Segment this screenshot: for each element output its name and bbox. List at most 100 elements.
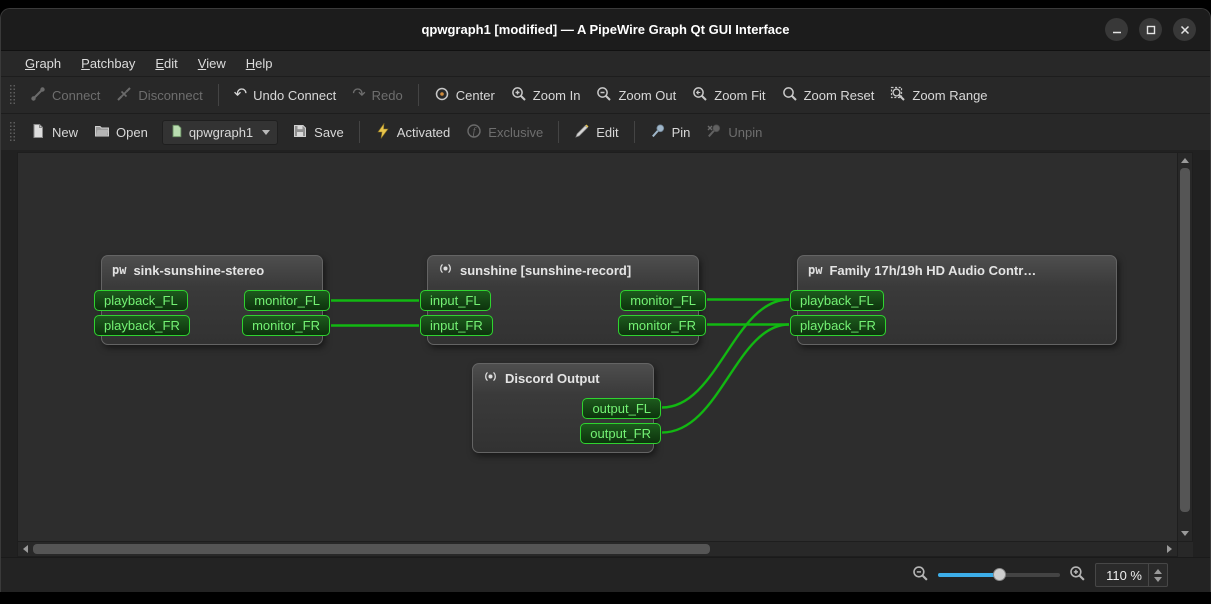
spin-down-button[interactable]: [1154, 577, 1162, 582]
menu-help[interactable]: Help: [236, 53, 283, 74]
port-output[interactable]: monitor_FL: [620, 290, 706, 311]
node-title: Family 17h/19h HD Audio Contr…: [829, 263, 1036, 278]
minimize-button[interactable]: [1105, 18, 1128, 41]
port-input[interactable]: input_FL: [420, 290, 491, 311]
port-output[interactable]: monitor_FR: [242, 315, 330, 336]
activated-button[interactable]: Activated: [367, 118, 458, 147]
port-output[interactable]: output_FL: [582, 398, 661, 419]
zoom-range-icon: [890, 86, 906, 105]
titlebar[interactable]: qpwgraph1 [modified] — A PipeWire Graph …: [1, 9, 1210, 51]
menu-view[interactable]: View: [188, 53, 236, 74]
close-icon: [1180, 25, 1190, 35]
exclusive-button[interactable]: f Exclusive: [458, 118, 551, 147]
vertical-scroll-thumb[interactable]: [1180, 168, 1190, 512]
node-discord-output[interactable]: Discord Output output_FL output_FR: [472, 363, 654, 453]
close-button[interactable]: [1173, 18, 1196, 41]
save-button[interactable]: Save: [284, 118, 352, 147]
canvas-area: pw sink-sunshine-stereo playback_FL play…: [1, 150, 1210, 557]
zoom-fit-icon: [692, 86, 708, 105]
toolbar-separator: [634, 121, 635, 143]
port-input[interactable]: input_FR: [420, 315, 493, 336]
patchbay-toolbar: New Open qpwgraph1 Save Act: [1, 113, 1210, 150]
zoom-value: 110 %: [1096, 568, 1148, 583]
toolbar-drag-handle[interactable]: [9, 84, 16, 106]
menu-edit[interactable]: Edit: [145, 53, 187, 74]
audio-record-icon: [483, 369, 498, 387]
scroll-right-button[interactable]: [1162, 542, 1177, 556]
horizontal-scrollbar[interactable]: [17, 542, 1178, 557]
pin-button[interactable]: Pin: [642, 118, 699, 147]
zoom-in-icon: [511, 86, 527, 105]
disconnect-button[interactable]: Disconnect: [108, 81, 210, 110]
qpwgraph-window: qpwgraph1 [modified] — A PipeWire Graph …: [0, 8, 1211, 592]
edit-button[interactable]: Edit: [566, 118, 626, 147]
minimize-icon: [1112, 25, 1122, 35]
graph-view[interactable]: pw sink-sunshine-stereo playback_FL play…: [17, 152, 1178, 542]
port-input[interactable]: playback_FR: [790, 315, 886, 336]
open-folder-icon: [94, 123, 110, 142]
edit-pencil-icon: [574, 123, 590, 142]
zoom-out-icon[interactable]: [912, 565, 929, 585]
unpin-button[interactable]: Unpin: [698, 118, 770, 147]
menu-patchbay[interactable]: Patchbay: [71, 53, 145, 74]
port-output[interactable]: monitor_FR: [618, 315, 706, 336]
zoom-reset-button[interactable]: Zoom Reset: [774, 81, 883, 110]
vertical-scrollbar[interactable]: [1178, 152, 1193, 542]
spin-up-button[interactable]: [1154, 569, 1162, 574]
toolbar-separator: [218, 84, 219, 106]
new-file-icon: [30, 123, 46, 142]
open-button[interactable]: Open: [86, 118, 156, 147]
arrow-down-icon: [1181, 531, 1189, 536]
port-output[interactable]: output_FR: [580, 423, 661, 444]
node-family-hd-audio[interactable]: pw Family 17h/19h HD Audio Contr… playba…: [797, 255, 1117, 345]
scroll-down-button[interactable]: [1178, 526, 1192, 541]
undo-connect-button[interactable]: ↶ Undo Connect: [226, 83, 345, 108]
window-controls: [1105, 9, 1196, 50]
statusbar: 110 %: [1, 557, 1210, 592]
new-button[interactable]: New: [22, 118, 86, 147]
pipewire-icon: pw: [112, 263, 126, 277]
connection-edges: [18, 153, 1177, 541]
scrollbar-corner: [1178, 542, 1193, 557]
port-output[interactable]: monitor_FL: [244, 290, 330, 311]
center-button[interactable]: Center: [426, 81, 503, 110]
port-input[interactable]: playback_FR: [94, 315, 190, 336]
maximize-button[interactable]: [1139, 18, 1162, 41]
toolbar-drag-handle[interactable]: [9, 121, 16, 143]
zoom-slider-handle[interactable]: [993, 568, 1006, 581]
audio-record-icon: [438, 261, 453, 279]
scroll-up-button[interactable]: [1178, 153, 1192, 168]
zoom-slider[interactable]: [938, 568, 1060, 582]
unpin-icon: [706, 123, 722, 142]
zoom-fit-button[interactable]: Zoom Fit: [684, 81, 773, 110]
node-sunshine-record[interactable]: sunshine [sunshine-record] input_FL inpu…: [427, 255, 699, 345]
port-input[interactable]: playback_FL: [790, 290, 884, 311]
zoom-spinbox[interactable]: 110 %: [1095, 563, 1168, 587]
graph-toolbar: Connect Disconnect ↶ Undo Connect ↷ Redo…: [1, 76, 1210, 113]
chevron-down-icon: [262, 130, 270, 135]
node-title: sunshine [sunshine-record]: [460, 263, 631, 278]
save-icon: [292, 123, 308, 142]
redo-button[interactable]: ↷ Redo: [344, 83, 410, 108]
activated-bolt-icon: [375, 123, 391, 142]
zoom-range-button[interactable]: Zoom Range: [882, 81, 995, 110]
svg-text:f: f: [473, 126, 477, 137]
zoom-out-button[interactable]: Zoom Out: [588, 81, 684, 110]
scroll-left-button[interactable]: [18, 542, 33, 556]
toolbar-separator: [558, 121, 559, 143]
menu-graph[interactable]: Graph: [15, 53, 71, 74]
port-input[interactable]: playback_FL: [94, 290, 188, 311]
patchbay-selector[interactable]: qpwgraph1: [162, 120, 278, 145]
menubar: Graph Patchbay Edit View Help: [1, 51, 1210, 76]
arrow-right-icon: [1167, 545, 1172, 553]
horizontal-scroll-thumb[interactable]: [33, 544, 710, 554]
zoom-in-button[interactable]: Zoom In: [503, 81, 589, 110]
disconnect-icon: [116, 86, 132, 105]
connect-button[interactable]: Connect: [22, 81, 108, 110]
pipewire-icon: pw: [808, 263, 822, 277]
pin-icon: [650, 123, 666, 142]
node-sink-sunshine-stereo[interactable]: pw sink-sunshine-stereo playback_FL play…: [101, 255, 323, 345]
zoom-out-icon: [596, 86, 612, 105]
zoom-in-icon[interactable]: [1069, 565, 1086, 585]
redo-icon: ↷: [352, 88, 365, 102]
